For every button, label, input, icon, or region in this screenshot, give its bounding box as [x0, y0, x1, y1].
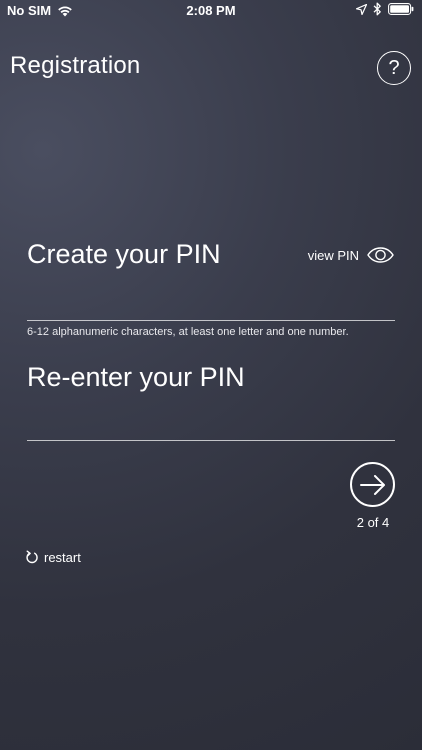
status-right — [356, 2, 414, 16]
eye-icon — [367, 247, 394, 263]
create-pin-label: Create your PIN — [27, 239, 221, 269]
reenter-pin-input[interactable] — [27, 410, 395, 441]
pin-requirements-hint: 6-12 alphanumeric characters, at least o… — [27, 326, 349, 338]
step-counter: 2 of 4 — [356, 515, 390, 530]
status-bar: No SIM 2:08 PM — [0, 0, 422, 22]
view-pin-toggle[interactable]: view PIN — [308, 247, 394, 263]
page-title: Registration — [10, 52, 141, 79]
restart-button[interactable]: restart — [25, 550, 81, 565]
restart-label: restart — [44, 550, 81, 565]
help-icon: ? — [388, 56, 400, 79]
restart-icon — [25, 550, 39, 565]
create-pin-input[interactable] — [27, 290, 395, 321]
arrow-right-icon — [359, 474, 386, 495]
battery-icon — [388, 3, 414, 15]
reenter-pin-label: Re-enter your PIN — [27, 362, 245, 392]
bluetooth-icon — [373, 2, 382, 16]
location-arrow-icon — [356, 3, 367, 15]
view-pin-label: view PIN — [307, 247, 359, 263]
next-button[interactable] — [350, 462, 395, 507]
help-button[interactable]: ? — [377, 51, 411, 85]
